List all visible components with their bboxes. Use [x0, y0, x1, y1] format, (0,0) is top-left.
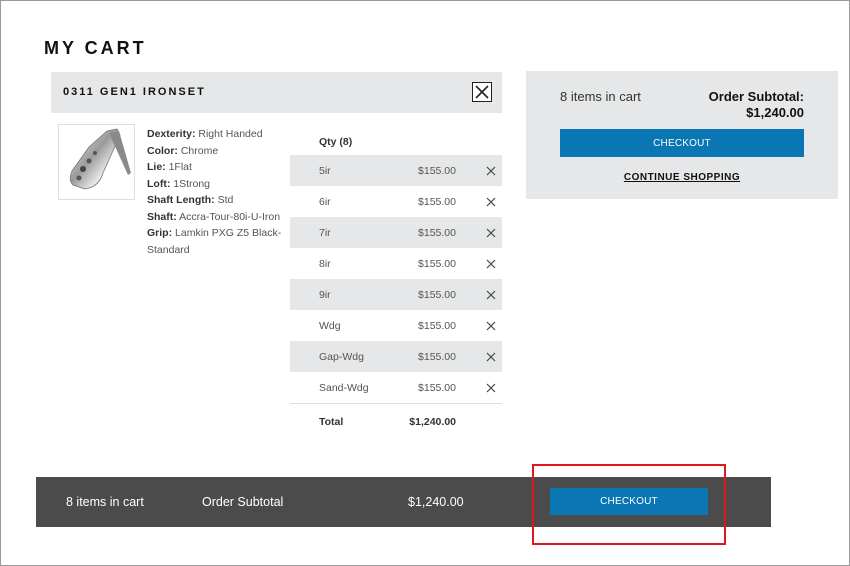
- items-count: 8 items in cart: [560, 89, 641, 104]
- table-row: Sand-Wdg $155.00: [290, 372, 502, 403]
- spec-value: Std: [217, 194, 234, 206]
- item-price: $155.00: [418, 165, 456, 177]
- checkout-button[interactable]: CHECKOUT: [560, 129, 804, 157]
- item-name: 7ir: [319, 227, 331, 239]
- remove-item-icon[interactable]: [486, 290, 496, 300]
- table-row: 9ir $155.00: [290, 279, 502, 310]
- spec-value: Accra-Tour-80i-U-Iron: [179, 210, 281, 223]
- item-price: $155.00: [418, 382, 456, 394]
- spec-label: Grip:: [147, 227, 173, 239]
- item-name: Wdg: [319, 320, 341, 332]
- product-specs: Dexterity: Right Handed Color: Chrome Li…: [147, 126, 282, 258]
- spec-lie: Lie: 1Flat: [147, 159, 282, 176]
- item-price: $155.00: [418, 320, 456, 332]
- total-label: Total: [319, 416, 344, 428]
- spec-label: Dexterity:: [147, 128, 196, 140]
- subtotal-value: $1,240.00: [746, 105, 804, 120]
- spec-value: Right Handed: [198, 128, 263, 140]
- bar-checkout-button[interactable]: CHECKOUT: [550, 488, 708, 515]
- item-price: $155.00: [418, 258, 456, 270]
- item-name: 9ir: [319, 289, 331, 301]
- spec-loft: Loft: 1Strong: [147, 176, 282, 193]
- item-price: $155.00: [418, 227, 456, 239]
- remove-item-icon[interactable]: [486, 352, 496, 362]
- remove-item-icon[interactable]: [486, 197, 496, 207]
- order-summary: 8 items in cart Order Subtotal: $1,240.0…: [526, 71, 838, 199]
- spec-value: Chrome: [180, 144, 219, 157]
- spec-grip: Grip: Lamkin PXG Z5 Black- Standard: [147, 225, 282, 258]
- spec-label: Loft:: [147, 177, 171, 190]
- product-header: 0311 GEN1 IRONSET: [51, 72, 502, 113]
- spec-value: 1Strong: [173, 177, 211, 190]
- product-image: [58, 124, 135, 200]
- spec-label: Lie:: [147, 161, 166, 173]
- bar-subtotal-value: $1,240.00: [408, 495, 464, 509]
- spec-shaft: Shaft: Accra-Tour-80i-U-Iron: [147, 209, 282, 226]
- page-title: MY CART: [44, 38, 147, 58]
- product-name: 0311 GEN1 IRONSET: [63, 86, 206, 98]
- table-row: 8ir $155.00: [290, 248, 502, 279]
- remove-item-icon[interactable]: [486, 321, 496, 331]
- remove-item-icon[interactable]: [486, 259, 496, 269]
- spec-color: Color: Chrome: [147, 143, 282, 160]
- table-row: 5ir $155.00: [290, 155, 502, 186]
- item-name: 8ir: [319, 258, 331, 270]
- golf-iron-image: [69, 128, 131, 190]
- total-value: $1,240.00: [409, 416, 456, 428]
- item-name: 5ir: [319, 165, 331, 177]
- item-price: $155.00: [418, 351, 456, 363]
- remove-item-icon[interactable]: [486, 166, 496, 176]
- table-row: 6ir $155.00: [290, 186, 502, 217]
- spec-label: Color:: [147, 144, 178, 157]
- sticky-checkout-bar: 8 items in cart Order Subtotal $1,240.00…: [36, 477, 771, 527]
- continue-shopping-link[interactable]: CONTINUE SHOPPING: [526, 172, 838, 183]
- remove-item-icon[interactable]: [486, 228, 496, 238]
- spec-shaft-length: Shaft Length: Std: [147, 192, 282, 209]
- remove-item-icon[interactable]: [486, 383, 496, 393]
- item-price: $155.00: [418, 289, 456, 301]
- spec-label: Shaft Length:: [147, 194, 215, 206]
- remove-product-button[interactable]: [472, 82, 492, 102]
- table-row: Wdg $155.00: [290, 310, 502, 341]
- item-name: Sand-Wdg: [319, 382, 369, 394]
- bar-items-count: 8 items in cart: [66, 495, 144, 509]
- table-row: Gap-Wdg $155.00: [290, 341, 502, 372]
- item-name: Gap-Wdg: [319, 351, 364, 363]
- spec-value: 1Flat: [168, 161, 192, 173]
- item-price: $155.00: [418, 196, 456, 208]
- table-row: 7ir $155.00: [290, 217, 502, 248]
- bar-subtotal-label: Order Subtotal: [202, 495, 284, 509]
- spec-label: Shaft:: [147, 210, 177, 223]
- qty-table: Qty (8) 5ir $155.00 6ir $155.00 7ir $155…: [290, 130, 502, 436]
- close-icon: [475, 85, 489, 99]
- subtotal-label: Order Subtotal:: [708, 89, 804, 104]
- item-name: 6ir: [319, 196, 331, 208]
- total-row: Total $1,240.00: [290, 403, 502, 436]
- spec-dexterity: Dexterity: Right Handed: [147, 126, 282, 143]
- qty-header: Qty (8): [319, 136, 353, 148]
